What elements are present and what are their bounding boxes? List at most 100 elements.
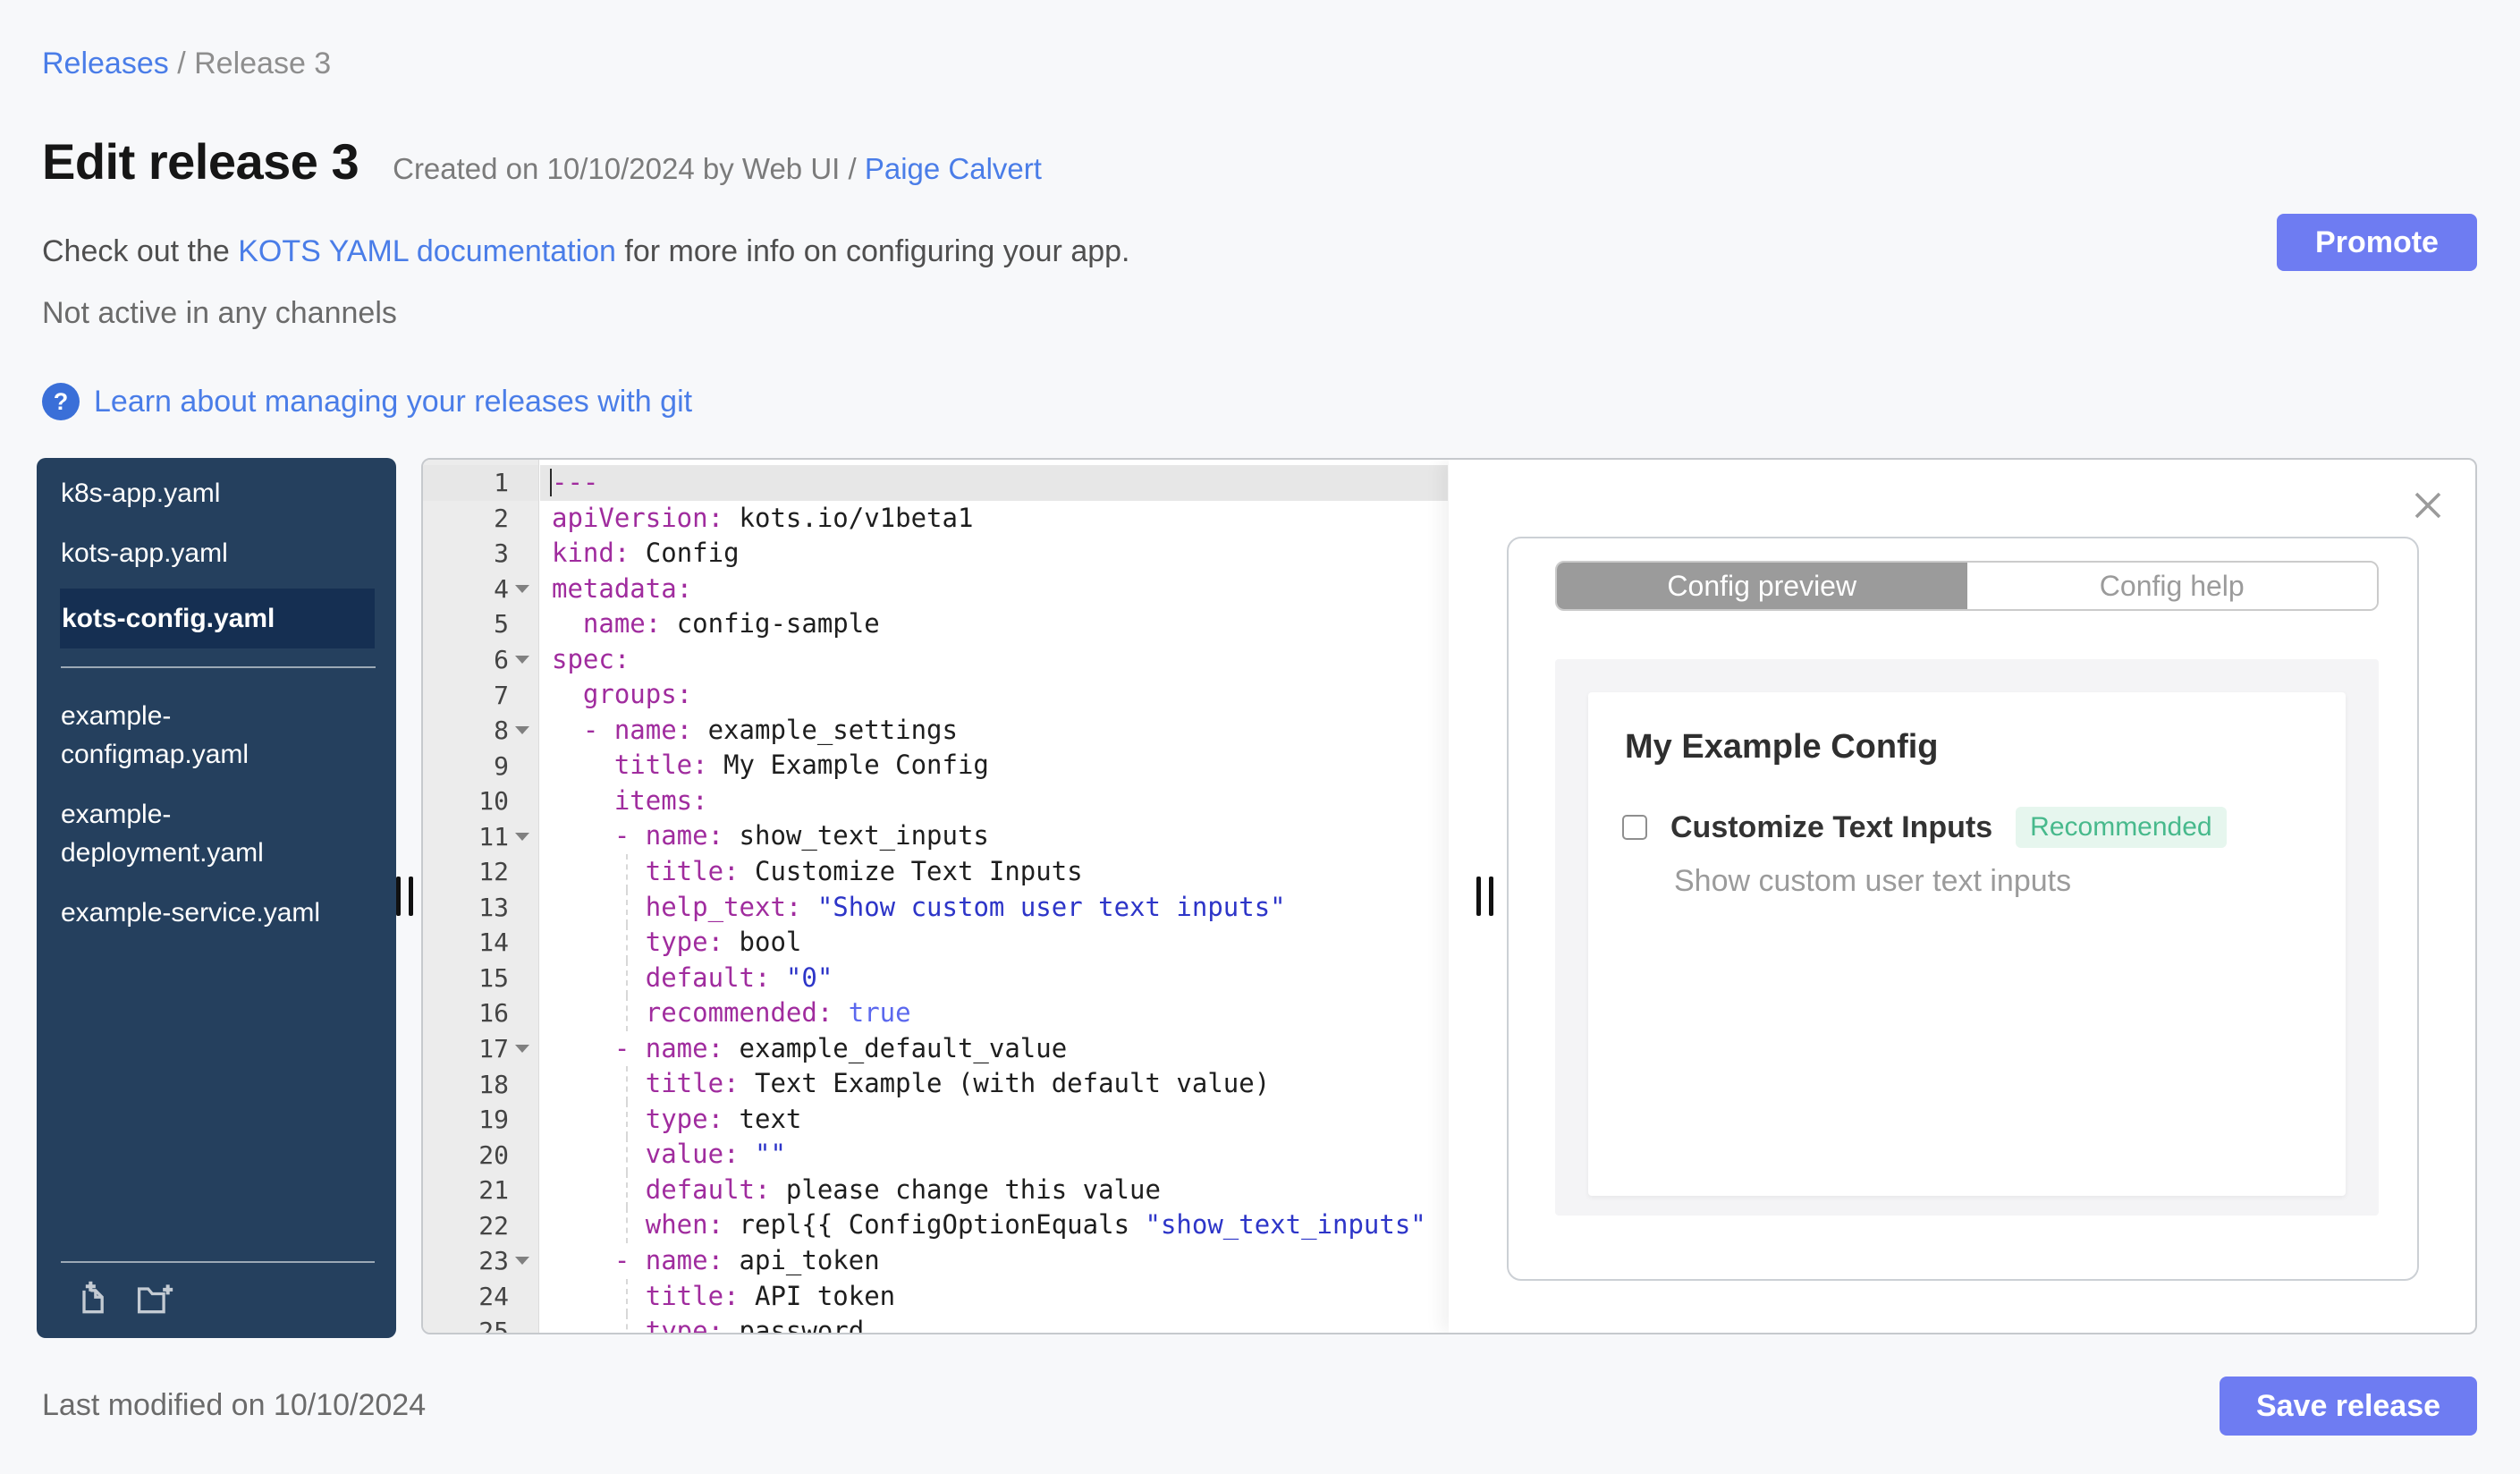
line-number: 19 bbox=[478, 1105, 509, 1135]
code-line[interactable]: recommended: true bbox=[540, 995, 1448, 1031]
file-item[interactable]: example- deployment.yaml bbox=[61, 795, 375, 872]
line-number: 4 bbox=[423, 572, 538, 607]
preview-resize-handle[interactable] bbox=[1476, 877, 1493, 916]
add-folder-icon[interactable] bbox=[135, 1279, 174, 1318]
code-area[interactable]: --- apiVersion: kots.io/v1beta1 kind: Conf… bbox=[540, 460, 1448, 1333]
code-line[interactable]: title: API token bbox=[540, 1278, 1448, 1315]
code-line[interactable]: help_text: "Show custom user text inputs… bbox=[540, 889, 1448, 926]
docs-suffix: for more info on configuring your app. bbox=[615, 234, 1130, 268]
author-link[interactable]: Paige Calvert bbox=[865, 152, 1042, 185]
created-info: Created on 10/10/2024 by Web UI / Paige … bbox=[393, 152, 1042, 186]
code-line[interactable]: title: Text Example (with default value) bbox=[540, 1066, 1448, 1102]
title-row: Edit release 3 Created on 10/10/2024 by … bbox=[42, 132, 1042, 191]
code-line[interactable]: type: text bbox=[540, 1101, 1448, 1138]
line-number: 15 bbox=[478, 962, 509, 993]
yaml-editor: 1 2 3 4 5 6 7 8 9 10 11 12 13 14 15 16 17 18 19 20 21 22 23 24 2… bbox=[421, 458, 2477, 1334]
text-cursor bbox=[550, 469, 552, 496]
line-number: 14 bbox=[478, 928, 509, 958]
fold-arrow-icon[interactable] bbox=[515, 1045, 529, 1054]
fold-arrow-icon[interactable] bbox=[515, 1257, 529, 1266]
code-line[interactable]: --- bbox=[540, 465, 1448, 501]
tab-config-help[interactable]: Config help bbox=[1966, 563, 2377, 609]
git-help-link[interactable]: Learn about managing your releases with … bbox=[94, 385, 692, 419]
file-item[interactable]: example- configmap.yaml bbox=[61, 697, 375, 774]
preview-config-group: My Example Config Customize Text Inputs … bbox=[1588, 692, 2346, 1196]
handle-bar bbox=[1476, 877, 1481, 916]
line-number: 9 bbox=[494, 750, 509, 781]
code-line[interactable]: type: bool bbox=[540, 925, 1448, 961]
config-item-label: Customize Text Inputs bbox=[1670, 809, 1993, 844]
line-number: 23 bbox=[423, 1243, 538, 1279]
tab-config-preview[interactable]: Config preview bbox=[1557, 563, 1967, 609]
code-line[interactable]: when: repl{{ ConfigOptionEquals "show_te… bbox=[540, 1207, 1448, 1243]
promote-button[interactable]: Promote bbox=[2277, 214, 2477, 271]
fold-arrow-icon[interactable] bbox=[515, 584, 529, 593]
code-line[interactable]: - name: example_default_value bbox=[540, 1031, 1448, 1067]
line-number: 10 bbox=[478, 786, 509, 817]
fold-arrow-icon[interactable] bbox=[515, 656, 529, 664]
file-item[interactable]: kots-config.yaml bbox=[60, 589, 375, 648]
handle-bar bbox=[409, 877, 413, 916]
channel-status: Not active in any channels bbox=[42, 296, 397, 330]
code-line[interactable]: metadata: bbox=[540, 572, 1448, 607]
preview-body: My Example Config Customize Text Inputs … bbox=[1555, 659, 2379, 1216]
line-number: 21 bbox=[478, 1175, 509, 1206]
config-item-row: Customize Text Inputs Recommended bbox=[1622, 807, 2227, 848]
code-line[interactable]: - name: api_token bbox=[540, 1243, 1448, 1279]
fold-arrow-icon[interactable] bbox=[515, 726, 529, 735]
line-number: 5 bbox=[494, 609, 509, 640]
code-line[interactable]: - name: show_text_inputs bbox=[540, 818, 1448, 854]
code-line[interactable]: items: bbox=[540, 784, 1448, 819]
sidebar-resize-handle[interactable] bbox=[396, 877, 413, 916]
sidebar-actions bbox=[74, 1279, 174, 1318]
line-number: 7 bbox=[494, 680, 509, 710]
config-group-title: My Example Config bbox=[1625, 728, 1939, 766]
fold-arrow-icon[interactable] bbox=[515, 832, 529, 841]
file-item[interactable]: example-service.yaml bbox=[61, 894, 375, 932]
save-release-button[interactable]: Save release bbox=[2220, 1377, 2477, 1436]
code-line[interactable]: value: "" bbox=[540, 1137, 1448, 1173]
line-number: 25 bbox=[478, 1317, 509, 1334]
code-line[interactable]: groups: bbox=[540, 677, 1448, 713]
handle-bar bbox=[396, 877, 401, 916]
preview-tabs: Config preview Config help bbox=[1555, 561, 2379, 611]
code-line[interactable]: apiVersion: kots.io/v1beta1 bbox=[540, 501, 1448, 537]
breadcrumb: Releases / Release 3 bbox=[42, 47, 331, 81]
code-line[interactable]: - name: example_settings bbox=[540, 713, 1448, 749]
line-number: 3 bbox=[494, 538, 509, 569]
file-item[interactable]: k8s-app.yaml bbox=[61, 474, 375, 513]
code-line[interactable]: default: "0" bbox=[540, 960, 1448, 996]
config-card: Config preview Config help My Example Co… bbox=[1507, 537, 2419, 1281]
file-list-divider bbox=[61, 666, 376, 668]
code-line[interactable]: default: please change this value bbox=[540, 1172, 1448, 1208]
line-number: 22 bbox=[478, 1210, 509, 1241]
editor-gutter: 1 2 3 4 5 6 7 8 9 10 11 12 13 14 15 16 17 18 19 20 21 22 23 24 2… bbox=[423, 460, 539, 1333]
file-item[interactable]: kots-app.yaml bbox=[61, 534, 375, 572]
add-file-icon[interactable] bbox=[74, 1279, 114, 1318]
question-icon[interactable]: ? bbox=[42, 383, 80, 420]
code-line[interactable]: spec: bbox=[540, 642, 1448, 678]
code-line[interactable]: type: password bbox=[540, 1314, 1448, 1333]
breadcrumb-separator: / bbox=[177, 47, 195, 80]
line-number: 2 bbox=[494, 503, 509, 533]
line-number: 1 bbox=[423, 465, 538, 501]
close-icon[interactable] bbox=[2413, 490, 2443, 521]
line-number: 16 bbox=[478, 998, 509, 1029]
code-line[interactable]: title: Customize Text Inputs bbox=[540, 854, 1448, 890]
line-number: 8 bbox=[423, 713, 538, 749]
code-line[interactable]: title: My Example Config bbox=[540, 748, 1448, 784]
kots-docs-link[interactable]: KOTS YAML documentation bbox=[238, 234, 616, 268]
git-help-row: ? Learn about managing your releases wit… bbox=[42, 383, 692, 420]
breadcrumb-releases-link[interactable]: Releases bbox=[42, 47, 169, 80]
line-number: 20 bbox=[478, 1139, 509, 1170]
code-line[interactable]: kind: Config bbox=[540, 536, 1448, 572]
last-modified-text: Last modified on 10/10/2024 bbox=[42, 1388, 427, 1422]
line-number: 12 bbox=[478, 857, 509, 887]
code-line[interactable]: name: config-sample bbox=[540, 606, 1448, 642]
file-sidebar: k8s-app.yaml kots-app.yaml kots-config.yam… bbox=[37, 458, 396, 1338]
customize-text-inputs-checkbox[interactable] bbox=[1622, 815, 1647, 840]
line-number: 17 bbox=[423, 1031, 538, 1067]
line-number: 6 bbox=[423, 642, 538, 678]
line-number: 11 bbox=[423, 818, 538, 854]
release-editor-page: Releases / Release 3 Edit release 3 Crea… bbox=[0, 0, 2520, 1474]
